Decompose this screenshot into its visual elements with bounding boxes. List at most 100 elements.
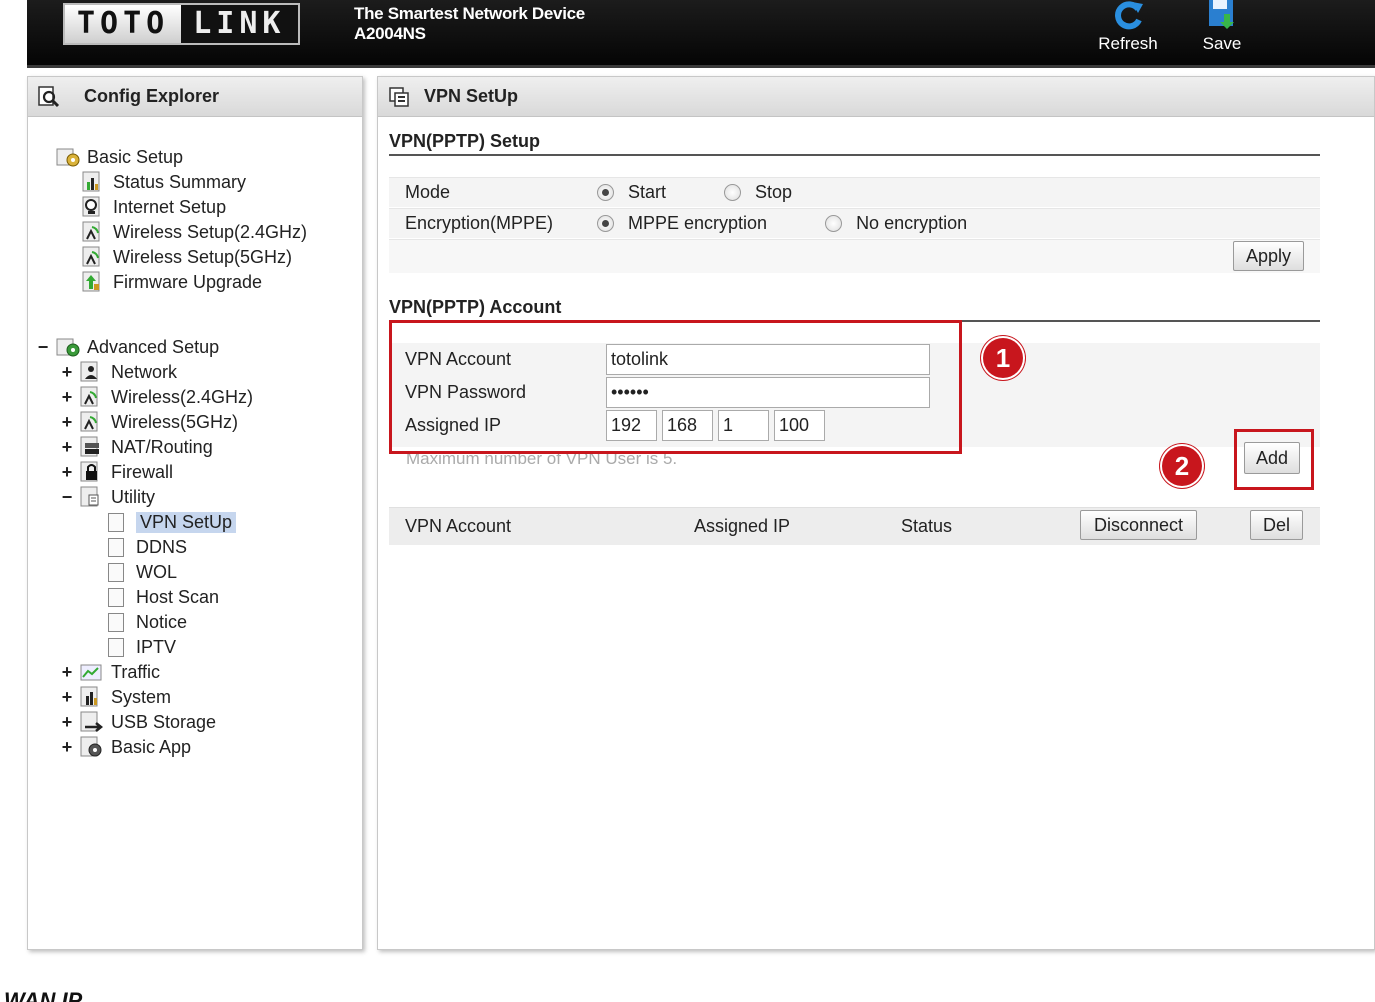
tree-wol[interactable]: WOL xyxy=(108,560,177,584)
tree-wireless-5[interactable]: + Wireless(5GHz) xyxy=(60,410,238,434)
tree-ddns-label: DDNS xyxy=(136,536,188,557)
wireless-icon xyxy=(80,411,98,432)
expand-toggle[interactable]: + xyxy=(60,412,74,433)
page-icon xyxy=(108,562,124,582)
config-explorer-panel: Config Explorer Basic Setup Status Summa… xyxy=(27,76,363,950)
tree-ddns[interactable]: DDNS xyxy=(108,535,187,559)
tree-basic-app[interactable]: + Basic App xyxy=(60,735,191,759)
globe-icon xyxy=(82,196,100,217)
tree-traffic-label: Traffic xyxy=(111,661,161,682)
expand-toggle[interactable]: + xyxy=(60,437,74,458)
tree-wireless-setup-24[interactable]: Wireless Setup(2.4GHz) xyxy=(82,220,307,244)
save-button[interactable]: Save xyxy=(1182,0,1262,54)
tree-internet-setup[interactable]: Internet Setup xyxy=(82,195,226,219)
account-section-title: VPN(PPTP) Account xyxy=(389,297,1320,322)
tree-utility-label: Utility xyxy=(111,486,155,507)
del-button[interactable]: Del xyxy=(1250,510,1303,540)
annotation-badge-2: 2 xyxy=(1162,446,1202,486)
tree-vpn-setup[interactable]: VPN SetUp xyxy=(108,510,237,534)
traffic-icon xyxy=(80,664,102,681)
collapse-toggle[interactable]: − xyxy=(60,487,74,508)
encryption-row: Encryption(MPPE) MPPE encryption No encr… xyxy=(389,208,1320,238)
tree-iptv[interactable]: IPTV xyxy=(108,635,176,659)
annotation-highlight-2 xyxy=(1234,429,1314,490)
folder-gear-icon xyxy=(56,338,80,357)
tree-internet-setup-label: Internet Setup xyxy=(113,196,227,217)
tagline: The Smartest Network Device A2004NS xyxy=(354,4,585,44)
tree-system[interactable]: + System xyxy=(60,685,171,709)
top-header: TOTO LINK The Smartest Network Device A2… xyxy=(27,0,1375,68)
wireless-icon xyxy=(82,221,100,242)
encryption-label: Encryption(MPPE) xyxy=(405,213,554,233)
vpn-setup-header: VPN SetUp xyxy=(378,77,1374,117)
apply-row xyxy=(389,239,1320,273)
network-icon xyxy=(80,361,98,382)
mppe-encryption-radio[interactable]: MPPE encryption xyxy=(597,213,767,234)
router-icon xyxy=(80,436,99,457)
utility-icon xyxy=(80,486,99,507)
expand-toggle[interactable]: + xyxy=(60,737,74,758)
mode-row: Mode Start Stop xyxy=(389,177,1320,207)
search-page-icon xyxy=(38,85,60,107)
tree-wireless-24[interactable]: + Wireless(2.4GHz) xyxy=(60,385,253,409)
tree-vpn-setup-label: VPN SetUp xyxy=(136,511,237,533)
page-icon xyxy=(108,612,124,632)
mode-start-radio[interactable]: Start xyxy=(597,182,666,203)
disconnect-button[interactable]: Disconnect xyxy=(1080,510,1197,540)
tree-nat-routing[interactable]: + NAT/Routing xyxy=(60,435,213,459)
tree-advanced-setup[interactable]: − Advanced Setup xyxy=(36,335,219,359)
mode-stop-label: Stop xyxy=(755,182,793,202)
tree-firmware-upgrade-label: Firmware Upgrade xyxy=(113,271,263,292)
chart-icon xyxy=(82,171,100,192)
expand-toggle[interactable]: + xyxy=(60,362,74,383)
tree-status-summary[interactable]: Status Summary xyxy=(82,170,246,194)
tree-firmware-upgrade[interactable]: Firmware Upgrade xyxy=(82,270,262,294)
logo-link: LINK xyxy=(181,5,298,43)
col-vpn-account: VPN Account xyxy=(405,516,512,536)
chart-icon xyxy=(80,686,98,707)
tree-host-scan[interactable]: Host Scan xyxy=(108,585,219,609)
no-encryption-label: No encryption xyxy=(856,213,968,233)
radio-unselected[interactable] xyxy=(724,184,742,201)
no-encryption-radio[interactable]: No encryption xyxy=(825,213,967,234)
page-icon xyxy=(108,537,124,557)
wireless-icon xyxy=(82,246,100,267)
wan-ip-heading: WAN IP xyxy=(4,988,83,1002)
tree-wireless-5-label: Wireless(5GHz) xyxy=(111,411,239,432)
tree-basic-setup[interactable]: Basic Setup xyxy=(56,145,183,169)
page-icon xyxy=(108,637,124,657)
tree-network[interactable]: + Network xyxy=(60,360,177,384)
tree-basic-app-label: Basic App xyxy=(111,736,192,757)
tree-usb-storage[interactable]: + USB Storage xyxy=(60,710,216,734)
apply-button[interactable]: Apply xyxy=(1233,241,1304,271)
expand-toggle[interactable]: + xyxy=(60,662,74,683)
tree-wireless-setup-5[interactable]: Wireless Setup(5GHz) xyxy=(82,245,292,269)
expand-toggle[interactable]: + xyxy=(60,387,74,408)
radio-selected[interactable] xyxy=(597,184,614,201)
tree-notice[interactable]: Notice xyxy=(108,610,187,634)
refresh-icon xyxy=(1115,1,1143,30)
config-explorer-header: Config Explorer xyxy=(28,77,362,117)
tree-utility[interactable]: − Utility xyxy=(60,485,155,509)
radio-selected[interactable] xyxy=(597,215,614,232)
pages-icon xyxy=(389,86,409,107)
tree-firewall[interactable]: + Firewall xyxy=(60,460,173,484)
mode-label: Mode xyxy=(405,182,451,202)
config-explorer-title: Config Explorer xyxy=(84,86,220,106)
totolink-logo: TOTO LINK xyxy=(63,3,300,45)
tree-traffic[interactable]: + Traffic xyxy=(60,660,160,684)
collapse-toggle[interactable]: − xyxy=(36,337,50,358)
radio-unselected[interactable] xyxy=(825,215,843,232)
expand-toggle[interactable]: + xyxy=(60,687,74,708)
mode-stop-radio[interactable]: Stop xyxy=(724,182,792,203)
vpn-setup-panel: VPN SetUp VPN(PPTP) Setup Mode Start Sto… xyxy=(377,76,1375,950)
tree-wireless-setup-5-label: Wireless Setup(5GHz) xyxy=(113,246,293,267)
encryption-options: MPPE encryption No encryption xyxy=(597,213,1011,234)
logo-toto: TOTO xyxy=(77,6,170,41)
expand-toggle[interactable]: + xyxy=(60,712,74,733)
mode-start-label: Start xyxy=(628,182,667,202)
expand-toggle[interactable]: + xyxy=(60,462,74,483)
app-gear-icon xyxy=(80,736,102,757)
refresh-button[interactable]: Refresh xyxy=(1088,0,1168,54)
mode-options: Start Stop xyxy=(597,182,836,203)
